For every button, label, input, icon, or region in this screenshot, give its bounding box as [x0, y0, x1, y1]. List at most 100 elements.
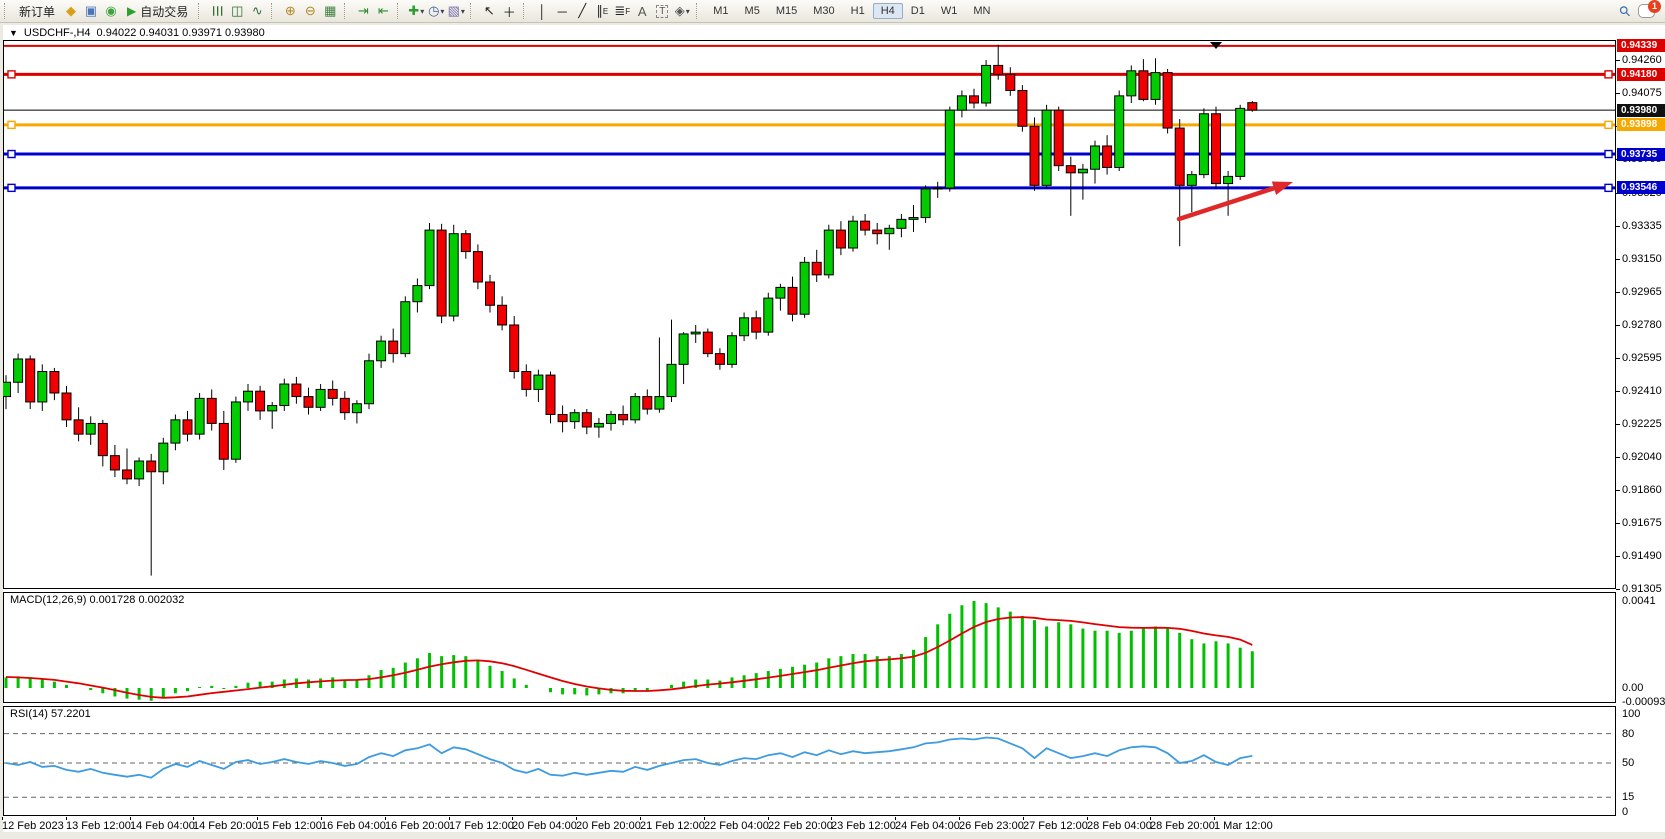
price-badge-0.94180: 0.94180	[1617, 68, 1665, 81]
timeframe-mn[interactable]: MN	[965, 3, 998, 19]
line-handle[interactable]	[8, 151, 15, 158]
date-label: 21 Feb 12:00	[640, 820, 705, 832]
text-label-icon[interactable]: T	[652, 2, 672, 20]
macd-frame	[4, 593, 1616, 703]
zoom-in-icon[interactable]: ⊕	[280, 2, 300, 20]
autotrading-button[interactable]: ▶自动交易	[121, 2, 194, 21]
line-handle[interactable]	[8, 184, 15, 191]
chart-dropdown-icon[interactable]: ▼	[9, 28, 18, 38]
zoom-out-icon[interactable]: ⊖	[300, 2, 320, 20]
data-window-icon[interactable]: ▣	[81, 2, 101, 20]
candle	[62, 393, 71, 420]
candle	[377, 341, 386, 361]
candle	[921, 189, 930, 218]
price-tick	[1616, 292, 1620, 293]
line-chart-icon[interactable]: ∿	[247, 2, 267, 20]
timeframe-w1[interactable]: W1	[933, 3, 966, 19]
candle	[970, 96, 979, 103]
vertical-line-icon[interactable]: │	[532, 2, 552, 20]
candlestick-chart-icon[interactable]: ◫	[227, 2, 247, 20]
timeframe-m15[interactable]: M15	[768, 3, 805, 19]
candle	[510, 325, 519, 372]
search-icon[interactable]: ⚲	[1615, 1, 1634, 20]
line-handle[interactable]	[1605, 121, 1612, 128]
candle	[812, 262, 821, 275]
signal-icon[interactable]: ◉	[101, 2, 121, 20]
main-price-chart[interactable]	[3, 40, 1616, 589]
line-handle[interactable]	[8, 71, 15, 78]
crosshair-icon[interactable]: ＋	[499, 2, 519, 20]
timeframe-m5[interactable]: M5	[737, 3, 768, 19]
new-order-button[interactable]: 新订单	[13, 2, 61, 21]
market-watch-icon[interactable]: ◆	[61, 2, 81, 20]
arrows-icon[interactable]: ◈▾	[672, 2, 692, 20]
arrows-icon: ◈	[675, 3, 685, 19]
price-tick	[1616, 93, 1620, 94]
fibonacci-icon[interactable]: ≣F	[612, 2, 632, 20]
candle	[1115, 96, 1124, 168]
price-tick	[1616, 358, 1620, 359]
toolbar-separator	[470, 3, 475, 19]
market-watch-icon: ◆	[66, 3, 76, 19]
candle	[1078, 169, 1087, 173]
line-handle[interactable]	[1605, 71, 1612, 78]
rsi-panel[interactable]	[3, 706, 1616, 816]
zoom-in-icon: ⊕	[285, 3, 296, 19]
candle	[1006, 74, 1015, 90]
text-icon[interactable]: A	[632, 2, 652, 20]
indicators-icon[interactable]: ✚▾	[406, 2, 426, 20]
candle	[945, 110, 954, 188]
rsi-value: 57.2201	[51, 708, 91, 720]
candle	[473, 252, 482, 282]
periods-icon[interactable]: ◷▾	[426, 2, 446, 20]
text-label-icon: T	[656, 5, 668, 18]
date-label: 14 Feb 20:00	[193, 820, 258, 832]
candle	[800, 262, 809, 314]
candlestick-chart-icon: ◫	[231, 3, 243, 19]
timeframe-h4[interactable]: H4	[873, 3, 903, 19]
candle	[195, 398, 204, 434]
equidistant-channel-icon[interactable]: ∥E	[592, 2, 612, 20]
chart-shift-icon[interactable]: ⇤	[373, 2, 393, 20]
price-badge-0.93735: 0.93735	[1617, 148, 1665, 161]
data-window-icon: ▣	[85, 3, 97, 19]
line-handle[interactable]	[1605, 151, 1612, 158]
candle	[909, 218, 918, 220]
candle	[655, 397, 664, 410]
candle	[437, 230, 446, 316]
trendline-icon[interactable]: ╱	[572, 2, 592, 20]
candle	[1042, 110, 1051, 185]
trendline-icon: ╱	[578, 3, 586, 19]
price-tick	[1616, 259, 1620, 260]
timeframe-d1[interactable]: D1	[903, 3, 933, 19]
tile-windows-icon[interactable]: ▦	[320, 2, 340, 20]
templates-icon[interactable]: ▧▾	[446, 2, 466, 20]
candle	[219, 423, 228, 459]
cursor-icon[interactable]: ↖	[479, 2, 499, 20]
bar-chart-icon[interactable]: ☰	[207, 2, 227, 20]
price-tick-label: 0.94260	[1622, 54, 1662, 66]
candle	[728, 336, 737, 365]
candle	[715, 354, 724, 365]
rsi-axis-label: 0	[1622, 806, 1628, 818]
timeframe-m30[interactable]: M30	[805, 3, 842, 19]
candle	[413, 286, 422, 302]
candle	[1175, 128, 1184, 185]
notifications-icon[interactable]: 1	[1638, 4, 1655, 18]
line-handle[interactable]	[8, 121, 15, 128]
candle	[1091, 146, 1100, 169]
timeframe-h1[interactable]: H1	[843, 3, 873, 19]
candle	[1139, 71, 1148, 100]
horizontal-line-icon[interactable]: ─	[552, 2, 572, 20]
candle	[933, 188, 942, 189]
line-handle[interactable]	[1605, 184, 1612, 191]
date-label: 20 Feb 04:00	[512, 820, 577, 832]
price-tick	[1616, 589, 1620, 590]
macd-axis-label: 0.0041	[1622, 595, 1656, 607]
text-icon: A	[638, 4, 647, 19]
macd-panel[interactable]	[3, 592, 1616, 703]
auto-scroll-icon[interactable]: ⇥	[353, 2, 373, 20]
candle	[691, 332, 700, 334]
timeframe-m1[interactable]: M1	[705, 3, 736, 19]
vertical-line-icon: │	[538, 4, 546, 19]
